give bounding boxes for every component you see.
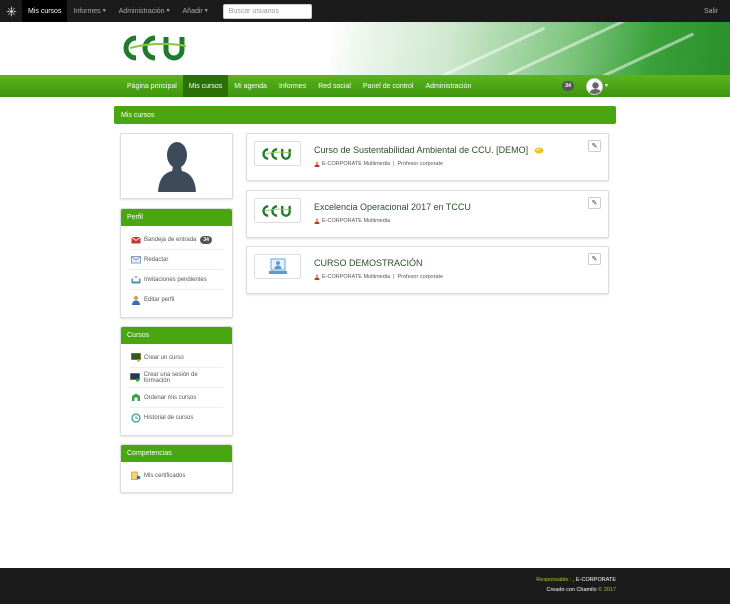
topbar-administracion[interactable]: Administración ▼ xyxy=(113,0,177,22)
edit-profile-link[interactable]: Editar perfil xyxy=(130,290,223,310)
course-status-icon xyxy=(534,147,544,154)
inbox-icon xyxy=(130,235,141,245)
course-card: Excelencia Operacional 2017 en TCCU E-CO… xyxy=(246,190,609,238)
profile-photo-box xyxy=(120,133,233,199)
chamilo-logo-icon[interactable] xyxy=(0,0,22,22)
page-title: Mis cursos xyxy=(114,106,616,124)
caret-down-icon: ▼ xyxy=(165,8,171,14)
course-title-link[interactable]: CURSO DEMOSTRACIÓN xyxy=(314,258,423,268)
create-course-link[interactable]: Crear un curso xyxy=(130,348,223,368)
perfil-panel-title: Perfil xyxy=(121,209,232,226)
competencias-panel-title: Competencias xyxy=(121,445,232,462)
sort-courses-link[interactable]: Ordenar mis cursos xyxy=(130,388,223,408)
nav-mis-cursos[interactable]: Mis cursos xyxy=(182,75,229,97)
main-nav: Página principal Mis cursos Mi agenda In… xyxy=(0,75,730,97)
certificate-icon xyxy=(130,471,141,481)
footer: Responsable : , E-CORPORATE Creado con C… xyxy=(0,568,730,604)
create-session-icon xyxy=(130,373,141,383)
create-course-icon xyxy=(130,353,141,363)
sort-courses-icon xyxy=(130,393,141,403)
course-card: Curso de Sustentabilidad Ambiental de CC… xyxy=(246,133,609,181)
user-menu-caret-icon[interactable]: ▼ xyxy=(604,83,609,89)
nav-administracion[interactable]: Administración xyxy=(419,75,477,97)
pencil-icon: ✎ xyxy=(591,256,598,263)
nav-panel-de-control[interactable]: Panel de control xyxy=(357,75,420,97)
inbox-count-badge: 34 xyxy=(200,235,212,244)
caret-down-icon: ▼ xyxy=(203,8,209,14)
course-meta: E-CORPORATE Multimedia xyxy=(314,218,390,224)
teacher-icon xyxy=(314,218,320,224)
cursos-panel-title: Cursos xyxy=(121,327,232,344)
ccu-logo xyxy=(261,204,292,217)
footer-credits: Creado con Chamilo © 2017 xyxy=(546,587,617,593)
topbar-informes[interactable]: Informes ▼ xyxy=(67,0,112,22)
competencias-panel: Competencias Mis certificados xyxy=(120,444,233,493)
header-banner xyxy=(0,22,730,75)
topbar-anadir[interactable]: Añadir ▼ xyxy=(177,0,215,22)
compose-icon xyxy=(130,255,141,265)
inbox-link[interactable]: Bandeja de entrada 34 xyxy=(130,230,223,250)
create-session-link[interactable]: Crear una sesión de formación xyxy=(130,368,223,388)
history-icon xyxy=(130,413,141,423)
course-thumbnail[interactable] xyxy=(254,198,301,223)
edit-course-button[interactable]: ✎ xyxy=(588,140,601,152)
admin-topbar: Mis cursos Informes ▼ Administración ▼ Aña… xyxy=(0,0,730,22)
teacher-icon xyxy=(314,161,320,167)
course-placeholder-icon xyxy=(268,258,287,274)
certificates-link[interactable]: Mis certificados xyxy=(130,466,223,486)
edit-course-button[interactable]: ✎ xyxy=(588,253,601,265)
logout-link[interactable]: Salir xyxy=(704,0,718,22)
pencil-icon: ✎ xyxy=(591,143,598,150)
course-meta: E-CORPORATE Multimedia | Profesor corporat… xyxy=(314,161,443,167)
topbar-mis-cursos[interactable]: Mis cursos xyxy=(22,0,68,22)
course-history-link[interactable]: Historial de cursos xyxy=(130,408,223,428)
nav-mi-agenda[interactable]: Mi agenda xyxy=(228,75,273,97)
compose-link[interactable]: Redactar xyxy=(130,250,223,270)
course-title-link[interactable]: Curso de Sustentabilidad Ambiental de CC… xyxy=(314,145,544,155)
cursos-panel: Cursos Crear un curso Crear una sesión d… xyxy=(120,326,233,436)
user-silhouette-icon xyxy=(589,82,602,94)
ccu-logo xyxy=(261,147,292,160)
edit-course-button[interactable]: ✎ xyxy=(588,197,601,209)
nav-pagina-principal[interactable]: Página principal xyxy=(121,75,183,97)
course-meta: E-CORPORATE Multimedia | Profesor corporat… xyxy=(314,274,443,280)
user-avatar[interactable] xyxy=(586,78,603,95)
nav-red-social[interactable]: Red social xyxy=(312,75,357,97)
pending-invitations-link[interactable]: Invitaciones pendientes xyxy=(130,270,223,290)
course-card: CURSO DEMOSTRACIÓN E-CORPORATE Multimedi… xyxy=(246,246,609,294)
footer-responsable: Responsable : , E-CORPORATE xyxy=(536,577,616,583)
search-users-input[interactable] xyxy=(222,3,312,19)
teacher-icon xyxy=(314,274,320,280)
nav-informes[interactable]: Informes xyxy=(273,75,312,97)
profile-silhouette-icon[interactable] xyxy=(157,140,197,192)
pencil-icon: ✎ xyxy=(591,200,598,207)
course-thumbnail[interactable] xyxy=(254,141,301,166)
notifications-badge[interactable]: 34 xyxy=(562,81,574,91)
caret-down-icon: ▼ xyxy=(101,8,107,14)
course-thumbnail[interactable] xyxy=(254,254,301,279)
perfil-panel: Perfil Bandeja de entrada 34 Redactar In… xyxy=(120,208,233,318)
edit-profile-icon xyxy=(130,295,141,305)
course-title-link[interactable]: Excelencia Operacional 2017 en TCCU xyxy=(314,202,471,212)
banner-background xyxy=(330,22,730,75)
invitation-icon xyxy=(130,275,141,285)
ccu-logo[interactable] xyxy=(122,33,192,63)
